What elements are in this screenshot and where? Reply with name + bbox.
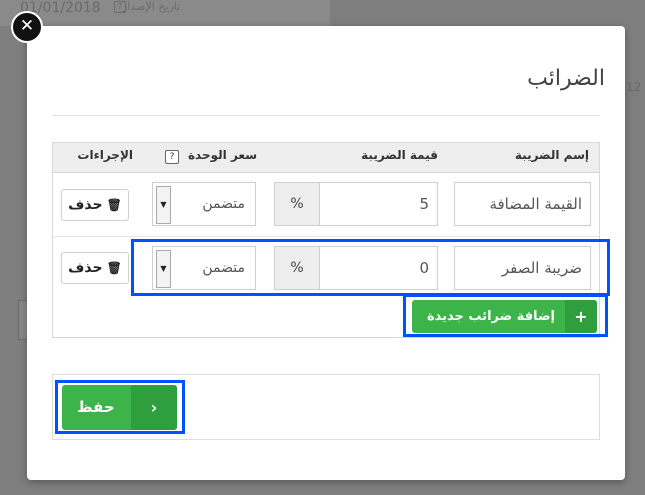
unit-price-select[interactable]: متضمن ▼ xyxy=(152,182,256,226)
tax-value-input[interactable]: 5 xyxy=(319,182,438,226)
highlight-save-button xyxy=(55,380,185,434)
modal-title: الضرائب xyxy=(527,66,605,91)
delete-label: حذف xyxy=(68,260,103,276)
trash-icon: 🗑 xyxy=(106,261,122,275)
dropdown-arrow-icon: ▼ xyxy=(156,186,171,224)
percent-addon: % xyxy=(274,182,320,226)
tax-name-input[interactable]: القيمة المضافة xyxy=(454,182,591,226)
help-icon[interactable]: ? xyxy=(165,150,179,164)
title-divider xyxy=(52,115,600,116)
highlight-row xyxy=(131,239,610,296)
delete-label: حذف xyxy=(68,197,103,213)
highlight-add-button xyxy=(403,294,608,337)
header-unit-price: سعر الوحدة xyxy=(187,148,257,162)
header-actions: الإجراءات xyxy=(77,148,133,162)
close-icon[interactable]: ✕ xyxy=(11,11,43,43)
delete-button[interactable]: 🗑حذف xyxy=(61,189,129,221)
header-tax-name: إسم الضريبة xyxy=(514,148,589,162)
background-date-label: تاريخ الإصدار xyxy=(122,0,181,13)
delete-button[interactable]: 🗑حذف xyxy=(61,252,129,284)
row-divider xyxy=(53,236,599,237)
background-fragment: 12 xyxy=(626,80,642,94)
trash-icon: 🗑 xyxy=(106,198,122,212)
header-tax-value: قيمة الضريبة xyxy=(361,148,438,162)
unit-price-value: متضمن xyxy=(202,196,245,212)
